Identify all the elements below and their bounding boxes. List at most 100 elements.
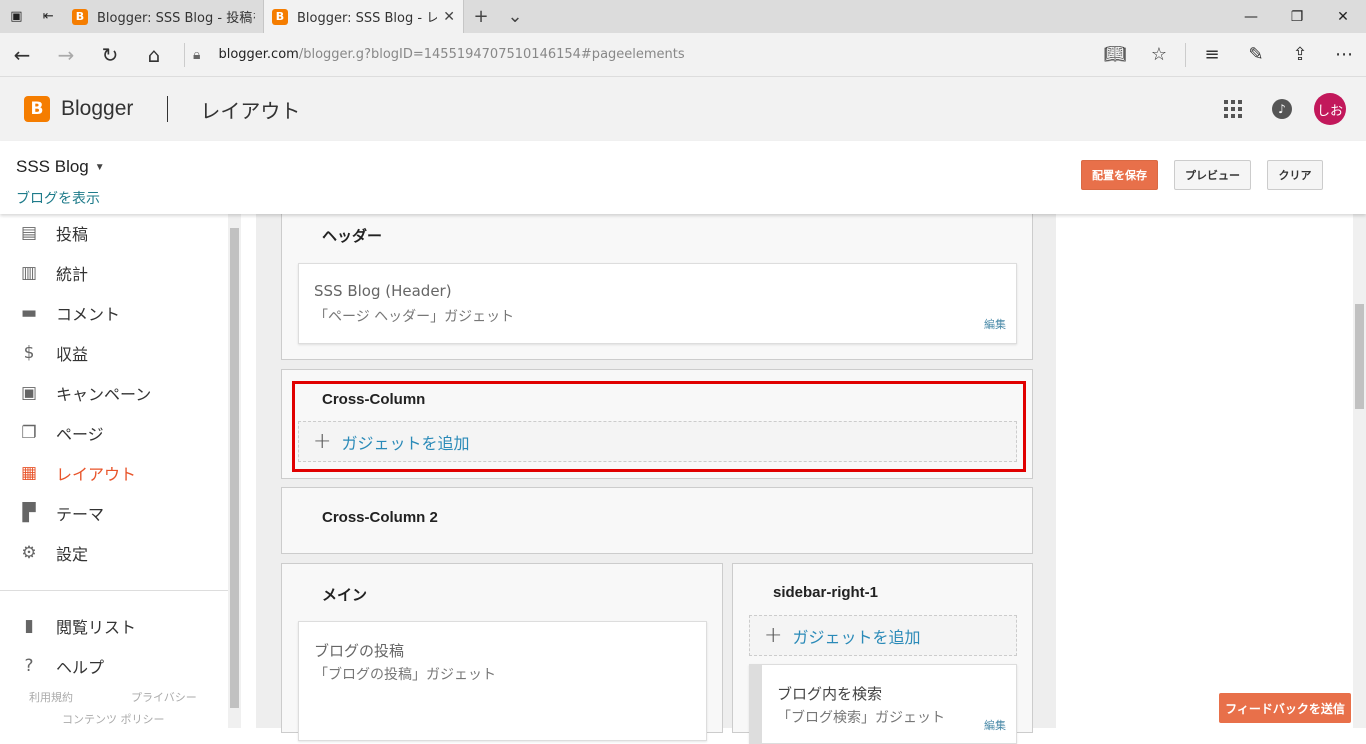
- sidebar-item-label: ヘルプ: [56, 658, 105, 677]
- url-field[interactable]: 🔒︎ blogger.com /blogger.g?blogID=1455194…: [193, 47, 1093, 63]
- sidebar-item-label: コメント: [56, 305, 121, 324]
- send-feedback-button[interactable]: フィードバックを送信: [1219, 693, 1351, 723]
- apps-grid-icon[interactable]: [1224, 100, 1242, 118]
- tab-manager-icon[interactable]: ▣: [10, 9, 22, 24]
- header-section: ヘッダー SSS Blog (Header) 「ページ ヘッダー」ガジェット 編…: [281, 212, 1033, 360]
- refresh-icon[interactable]: ↻: [88, 33, 132, 77]
- sidebar-item-campaigns[interactable]: ▣ キャンペーン: [0, 373, 228, 413]
- sidebar-item-theme[interactable]: ▛ テーマ: [0, 493, 228, 533]
- browser-tab-bar: ▣ ⇤ B Blogger: SSS Blog - 投稿を編 B Blogger…: [0, 0, 1366, 33]
- cross-column-2-section: Cross-Column 2: [281, 487, 1033, 554]
- section-title: sidebar-right-1: [773, 584, 879, 601]
- sidebar-item-label: テーマ: [56, 505, 105, 524]
- tab-title: Blogger: SSS Blog - 投稿を編: [97, 11, 255, 26]
- main-scrollbar[interactable]: [1353, 214, 1366, 728]
- content-policy-link[interactable]: コンテンツ ポリシー: [62, 711, 165, 727]
- gadget-name: ブログの投稿: [314, 642, 405, 660]
- main-section: メイン ブログの投稿 「ブログの投稿」ガジェット: [281, 563, 723, 741]
- blog-search-gadget[interactable]: ブログ内を検索 「ブログ検索」ガジェット 編集: [749, 664, 1017, 744]
- avatar[interactable]: しお: [1314, 93, 1346, 125]
- preview-button[interactable]: プレビュー: [1174, 160, 1251, 190]
- sidebar-item-reading-list[interactable]: ▮ 閲覧リスト: [0, 606, 228, 646]
- earnings-icon: $: [23, 343, 35, 363]
- section-title: Cross-Column 2: [322, 509, 438, 526]
- add-gadget-button[interactable]: + ガジェットを追加: [749, 615, 1017, 656]
- notifications-bell-icon[interactable]: ♪: [1272, 99, 1292, 119]
- stats-icon: ▥: [20, 263, 38, 283]
- restore-icon[interactable]: ❐: [1274, 0, 1320, 33]
- sidebar-item-layout[interactable]: ▦ レイアウト: [0, 453, 228, 493]
- header-gadget[interactable]: SSS Blog (Header) 「ページ ヘッダー」ガジェット 編集: [298, 263, 1017, 344]
- favorite-star-icon[interactable]: ☆: [1137, 44, 1181, 65]
- layout-canvas: ヘッダー SSS Blog (Header) 「ページ ヘッダー」ガジェット 編…: [241, 212, 1353, 744]
- clear-button[interactable]: クリア: [1267, 160, 1323, 190]
- sidebar-item-settings[interactable]: ⚙ 設定: [0, 533, 228, 573]
- sidebar-item-stats[interactable]: ▥ 統計: [0, 253, 228, 293]
- toolbar-divider: [1185, 42, 1186, 67]
- blog-posts-gadget[interactable]: ブログの投稿 「ブログの投稿」ガジェット: [298, 621, 707, 741]
- close-tab-icon[interactable]: ✕: [443, 9, 455, 25]
- hub-icon[interactable]: ≡: [1190, 44, 1234, 65]
- sidebar-item-earnings[interactable]: $ 収益: [0, 333, 228, 373]
- sidebar-scroll-thumb[interactable]: [230, 228, 239, 708]
- forward-arrow-icon[interactable]: →: [44, 33, 88, 77]
- share-icon[interactable]: ⇪: [1278, 44, 1322, 65]
- sidebar-item-label: 統計: [56, 265, 89, 284]
- lock-icon: 🔒︎: [193, 46, 201, 63]
- edit-link[interactable]: 編集: [984, 717, 1006, 733]
- sidebar-item-label: 投稿: [56, 225, 89, 244]
- blogger-favicon-icon: B: [272, 8, 288, 25]
- sidebar-item-label: 設定: [56, 545, 89, 564]
- blog-name: SSS Blog: [16, 157, 89, 176]
- browser-tab-1[interactable]: B Blogger: SSS Blog - 投稿を編: [64, 0, 264, 33]
- address-bar: ← → ↻ ⌂ 🔒︎ blogger.com /blogger.g?blogID…: [0, 33, 1366, 77]
- blog-bar: SSS Blog ▼ ブログを表示 配置を保存 プレビュー クリア: [0, 141, 1366, 214]
- back-arrow-icon[interactable]: ←: [0, 33, 44, 77]
- blog-selector[interactable]: SSS Blog ▼: [16, 157, 105, 177]
- sidebar-item-label: ページ: [56, 425, 104, 444]
- posts-icon: ▤: [20, 223, 38, 243]
- minimize-icon[interactable]: —: [1228, 0, 1274, 33]
- pages-icon: ❐: [21, 423, 37, 443]
- web-note-icon[interactable]: ✎: [1234, 44, 1278, 65]
- set-aside-tabs-icon[interactable]: ⇤: [43, 9, 54, 24]
- gadget-name: SSS Blog (Header): [314, 282, 452, 300]
- sidebar-nav: ▤ 投稿 ▥ 統計 ▬ コメント $ 収益 ▣ キャンペーン ❐ ページ ▦ レイアウト ▛ テ…: [0, 214, 228, 728]
- home-icon[interactable]: ⌂: [132, 33, 176, 77]
- sidebar-divider: [0, 590, 228, 591]
- drag-handle[interactable]: [750, 665, 762, 743]
- caret-down-icon: ▼: [94, 162, 105, 174]
- sidebar-item-label: 収益: [56, 345, 89, 364]
- url-path: /blogger.g?blogID=1455194707510146154#pa…: [298, 47, 685, 62]
- add-gadget-label: ガジェットを追加: [792, 627, 921, 647]
- sidebar-item-comments[interactable]: ▬ コメント: [0, 293, 228, 333]
- tab-list-chevron-icon[interactable]: ⌄: [498, 0, 532, 33]
- sidebar-item-help[interactable]: ? ヘルプ: [0, 646, 228, 686]
- gadget-type: 「ページ ヘッダー」ガジェット: [314, 309, 515, 325]
- more-icon[interactable]: ⋯: [1322, 44, 1366, 65]
- terms-link[interactable]: 利用規約: [29, 689, 73, 705]
- tab-system-buttons: ▣ ⇤: [0, 0, 64, 33]
- brand-name[interactable]: Blogger: [61, 97, 133, 121]
- sidebar-item-label: レイアウト: [56, 465, 137, 484]
- edit-link[interactable]: 編集: [984, 316, 1006, 332]
- view-blog-link[interactable]: ブログを表示: [16, 188, 100, 208]
- section-title: ヘッダー: [322, 228, 383, 245]
- blogger-logo-icon[interactable]: B: [24, 96, 50, 122]
- header-divider: [167, 96, 169, 122]
- browser-tab-2[interactable]: B Blogger: SSS Blog - レイ ✕: [264, 0, 464, 33]
- privacy-link[interactable]: プライバシー: [131, 689, 197, 705]
- new-tab-icon[interactable]: +: [464, 0, 498, 33]
- reading-view-icon[interactable]: 📖︎: [1093, 44, 1137, 65]
- sidebar-item-posts[interactable]: ▤ 投稿: [0, 213, 228, 253]
- sidebar-item-pages[interactable]: ❐ ページ: [0, 413, 228, 453]
- close-window-icon[interactable]: ✕: [1320, 0, 1366, 33]
- save-arrangement-button[interactable]: 配置を保存: [1081, 160, 1158, 190]
- sidebar-item-label: 閲覧リスト: [56, 618, 137, 637]
- main-scroll-thumb[interactable]: [1355, 304, 1364, 409]
- help-icon: ?: [24, 656, 34, 676]
- sidebar-scrollbar[interactable]: [228, 214, 241, 728]
- layout-icon: ▦: [20, 463, 38, 483]
- gadget-name: ブログ内を検索: [777, 685, 883, 703]
- blogger-favicon-icon: B: [72, 8, 88, 25]
